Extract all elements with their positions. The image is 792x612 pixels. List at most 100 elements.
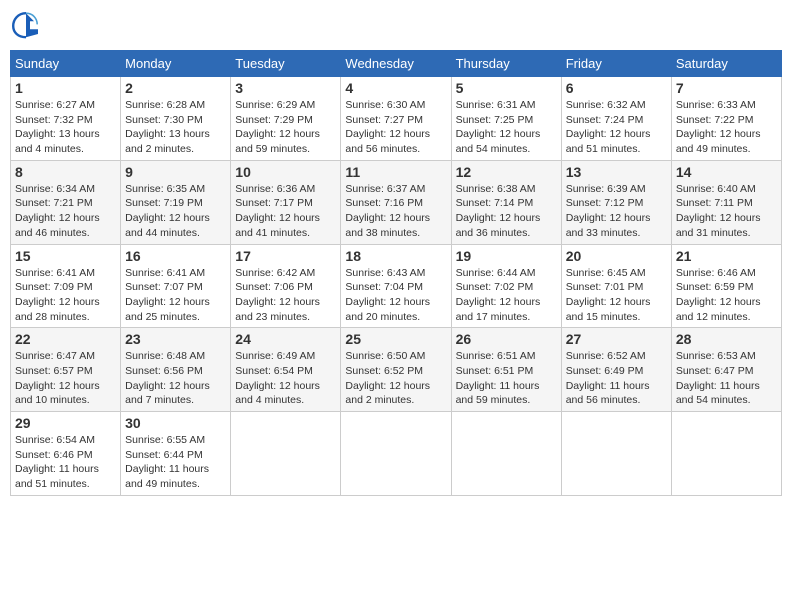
cell-info: Sunrise: 6:35 AMSunset: 7:19 PMDaylight:…	[125, 183, 210, 239]
calendar-cell: 29 Sunrise: 6:54 AMSunset: 6:46 PMDayligh…	[11, 412, 121, 496]
calendar-cell	[671, 412, 781, 496]
cell-info: Sunrise: 6:29 AMSunset: 7:29 PMDaylight:…	[235, 99, 320, 155]
day-number: 11	[345, 164, 446, 180]
calendar-table: SundayMondayTuesdayWednesdayThursdayFrid…	[10, 50, 782, 496]
calendar-cell: 30 Sunrise: 6:55 AMSunset: 6:44 PMDayligh…	[121, 412, 231, 496]
day-number: 2	[125, 80, 226, 96]
calendar-cell: 27 Sunrise: 6:52 AMSunset: 6:49 PMDayligh…	[561, 328, 671, 412]
calendar-week-4: 22 Sunrise: 6:47 AMSunset: 6:57 PMDayligh…	[11, 328, 782, 412]
calendar-cell: 28 Sunrise: 6:53 AMSunset: 6:47 PMDayligh…	[671, 328, 781, 412]
calendar-cell: 12Sunrise: 6:38 AMSunset: 7:14 PMDayligh…	[451, 160, 561, 244]
calendar-cell: 8 Sunrise: 6:34 AMSunset: 7:21 PMDaylight…	[11, 160, 121, 244]
day-number: 29	[15, 415, 116, 431]
calendar-cell: 24 Sunrise: 6:49 AMSunset: 6:54 PMDayligh…	[231, 328, 341, 412]
calendar-cell: 26 Sunrise: 6:51 AMSunset: 6:51 PMDayligh…	[451, 328, 561, 412]
calendar-cell	[341, 412, 451, 496]
cell-info: Sunrise: 6:50 AMSunset: 6:52 PMDaylight:…	[345, 350, 430, 406]
day-header-wednesday: Wednesday	[341, 51, 451, 77]
day-number: 18	[345, 248, 446, 264]
day-number: 24	[235, 331, 336, 347]
calendar-cell: 4 Sunrise: 6:30 AMSunset: 7:27 PMDaylight…	[341, 77, 451, 161]
logo	[10, 10, 46, 42]
day-number: 4	[345, 80, 446, 96]
cell-info: Sunrise: 6:34 AMSunset: 7:21 PMDaylight:…	[15, 183, 100, 239]
page-header	[10, 10, 782, 42]
day-header-tuesday: Tuesday	[231, 51, 341, 77]
day-number: 5	[456, 80, 557, 96]
calendar-cell: 5 Sunrise: 6:31 AMSunset: 7:25 PMDaylight…	[451, 77, 561, 161]
day-number: 15	[15, 248, 116, 264]
calendar-cell: 17Sunrise: 6:42 AMSunset: 7:06 PMDayligh…	[231, 244, 341, 328]
day-number: 21	[676, 248, 777, 264]
day-number: 25	[345, 331, 446, 347]
calendar-cell: 25 Sunrise: 6:50 AMSunset: 6:52 PMDayligh…	[341, 328, 451, 412]
calendar-cell: 16 Sunrise: 6:41 AMSunset: 7:07 PMDayligh…	[121, 244, 231, 328]
cell-info: Sunrise: 6:46 AMSunset: 6:59 PMDaylight:…	[676, 267, 761, 323]
calendar-cell	[231, 412, 341, 496]
cell-info: Sunrise: 6:54 AMSunset: 6:46 PMDaylight:…	[15, 434, 99, 490]
cell-info: Sunrise: 6:38 AMSunset: 7:14 PMDaylight:…	[456, 183, 541, 239]
day-number: 28	[676, 331, 777, 347]
day-number: 30	[125, 415, 226, 431]
cell-info: Sunrise: 6:33 AMSunset: 7:22 PMDaylight:…	[676, 99, 761, 155]
cell-info: Sunrise: 6:31 AMSunset: 7:25 PMDaylight:…	[456, 99, 541, 155]
day-number: 10	[235, 164, 336, 180]
calendar-cell: 14 Sunrise: 6:40 AMSunset: 7:11 PMDayligh…	[671, 160, 781, 244]
day-number: 27	[566, 331, 667, 347]
calendar-header-row: SundayMondayTuesdayWednesdayThursdayFrid…	[11, 51, 782, 77]
cell-info: Sunrise: 6:32 AMSunset: 7:24 PMDaylight:…	[566, 99, 651, 155]
calendar-cell: 15 Sunrise: 6:41 AMSunset: 7:09 PMDayligh…	[11, 244, 121, 328]
calendar-cell: 6 Sunrise: 6:32 AMSunset: 7:24 PMDaylight…	[561, 77, 671, 161]
day-number: 8	[15, 164, 116, 180]
calendar-cell: 1Sunrise: 6:27 AMSunset: 7:32 PMDaylight…	[11, 77, 121, 161]
day-number: 6	[566, 80, 667, 96]
day-header-friday: Friday	[561, 51, 671, 77]
day-number: 3	[235, 80, 336, 96]
cell-info: Sunrise: 6:52 AMSunset: 6:49 PMDaylight:…	[566, 350, 650, 406]
cell-info: Sunrise: 6:41 AMSunset: 7:09 PMDaylight:…	[15, 267, 100, 323]
calendar-week-1: 1Sunrise: 6:27 AMSunset: 7:32 PMDaylight…	[11, 77, 782, 161]
day-header-sunday: Sunday	[11, 51, 121, 77]
calendar-cell: 23Sunrise: 6:48 AMSunset: 6:56 PMDayligh…	[121, 328, 231, 412]
cell-info: Sunrise: 6:47 AMSunset: 6:57 PMDaylight:…	[15, 350, 100, 406]
cell-info: Sunrise: 6:44 AMSunset: 7:02 PMDaylight:…	[456, 267, 541, 323]
calendar-cell: 18Sunrise: 6:43 AMSunset: 7:04 PMDayligh…	[341, 244, 451, 328]
calendar-cell: 10 Sunrise: 6:36 AMSunset: 7:17 PMDayligh…	[231, 160, 341, 244]
day-number: 26	[456, 331, 557, 347]
day-number: 14	[676, 164, 777, 180]
day-number: 7	[676, 80, 777, 96]
day-header-monday: Monday	[121, 51, 231, 77]
calendar-cell: 2Sunrise: 6:28 AMSunset: 7:30 PMDaylight…	[121, 77, 231, 161]
cell-info: Sunrise: 6:53 AMSunset: 6:47 PMDaylight:…	[676, 350, 760, 406]
calendar-cell	[561, 412, 671, 496]
day-number: 23	[125, 331, 226, 347]
calendar-cell: 22 Sunrise: 6:47 AMSunset: 6:57 PMDayligh…	[11, 328, 121, 412]
cell-info: Sunrise: 6:37 AMSunset: 7:16 PMDaylight:…	[345, 183, 430, 239]
day-number: 19	[456, 248, 557, 264]
cell-info: Sunrise: 6:55 AMSunset: 6:44 PMDaylight:…	[125, 434, 209, 490]
day-number: 9	[125, 164, 226, 180]
calendar-cell: 3 Sunrise: 6:29 AMSunset: 7:29 PMDaylight…	[231, 77, 341, 161]
cell-info: Sunrise: 6:45 AMSunset: 7:01 PMDaylight:…	[566, 267, 651, 323]
cell-info: Sunrise: 6:40 AMSunset: 7:11 PMDaylight:…	[676, 183, 761, 239]
day-number: 20	[566, 248, 667, 264]
cell-info: Sunrise: 6:39 AMSunset: 7:12 PMDaylight:…	[566, 183, 651, 239]
cell-info: Sunrise: 6:51 AMSunset: 6:51 PMDaylight:…	[456, 350, 540, 406]
calendar-cell: 9 Sunrise: 6:35 AMSunset: 7:19 PMDaylight…	[121, 160, 231, 244]
calendar-cell	[451, 412, 561, 496]
cell-info: Sunrise: 6:42 AMSunset: 7:06 PMDaylight:…	[235, 267, 320, 323]
day-number: 13	[566, 164, 667, 180]
cell-info: Sunrise: 6:30 AMSunset: 7:27 PMDaylight:…	[345, 99, 430, 155]
calendar-week-2: 8 Sunrise: 6:34 AMSunset: 7:21 PMDaylight…	[11, 160, 782, 244]
calendar-week-3: 15 Sunrise: 6:41 AMSunset: 7:09 PMDayligh…	[11, 244, 782, 328]
day-number: 22	[15, 331, 116, 347]
logo-icon	[10, 10, 42, 42]
cell-info: Sunrise: 6:36 AMSunset: 7:17 PMDaylight:…	[235, 183, 320, 239]
calendar-cell: 19 Sunrise: 6:44 AMSunset: 7:02 PMDayligh…	[451, 244, 561, 328]
calendar-week-5: 29 Sunrise: 6:54 AMSunset: 6:46 PMDayligh…	[11, 412, 782, 496]
cell-info: Sunrise: 6:41 AMSunset: 7:07 PMDaylight:…	[125, 267, 210, 323]
day-number: 16	[125, 248, 226, 264]
calendar-cell: 20 Sunrise: 6:45 AMSunset: 7:01 PMDayligh…	[561, 244, 671, 328]
day-number: 1	[15, 80, 116, 96]
cell-info: Sunrise: 6:49 AMSunset: 6:54 PMDaylight:…	[235, 350, 320, 406]
